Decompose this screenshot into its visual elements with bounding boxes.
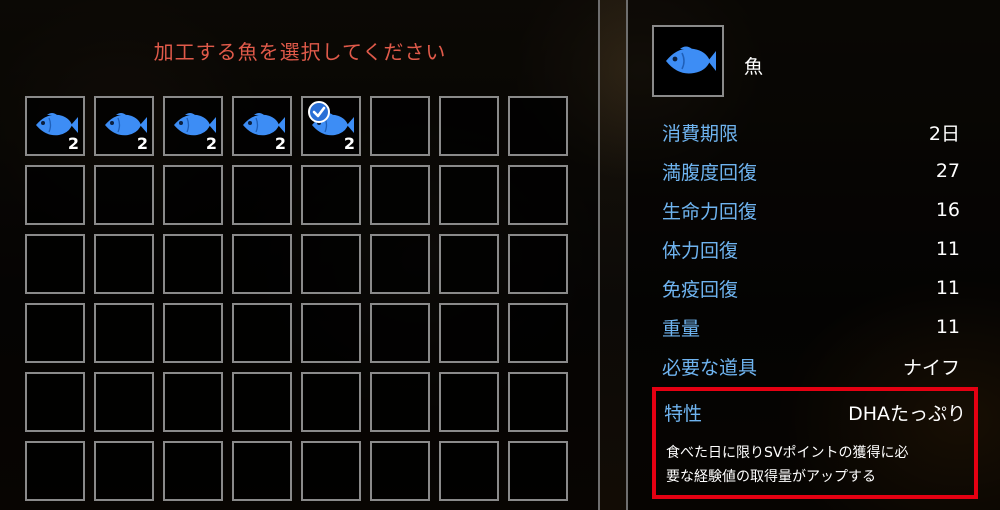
stat-label: 体力回復	[662, 239, 739, 262]
stat-value: 11	[935, 316, 960, 338]
item-icon-frame	[652, 25, 724, 97]
trait-description-line: 食べた日に限りSVポイントの獲得に必	[666, 445, 909, 461]
inventory-slot-empty[interactable]	[163, 441, 223, 501]
stat-value: 2日	[928, 122, 960, 145]
stat-value: ナイフ	[902, 356, 960, 379]
inventory-slot-empty[interactable]	[163, 165, 223, 225]
inventory-slot-empty[interactable]	[370, 303, 430, 363]
stat-value: 27	[935, 160, 960, 182]
inventory-slot-empty[interactable]	[25, 234, 85, 294]
inventory-slot-empty[interactable]	[508, 96, 568, 156]
inventory-slot-selected[interactable]: 2	[301, 96, 361, 156]
item-detail-panel: 魚 消費期限 2日 満腹度回復 27 生命力回復 16 体力回復 11 免疫回復…	[626, 0, 1000, 510]
inventory-slot-empty[interactable]	[370, 96, 430, 156]
stat-label: 消費期限	[662, 122, 739, 145]
inventory-slot-empty[interactable]	[370, 372, 430, 432]
inventory-slot-empty[interactable]	[25, 165, 85, 225]
inventory-slot-empty[interactable]	[94, 303, 154, 363]
inventory-slot-empty[interactable]	[301, 372, 361, 432]
inventory-slot[interactable]: 2	[25, 96, 85, 156]
stat-required-tool: 必要な道具 ナイフ	[662, 351, 960, 381]
inventory-slot-empty[interactable]	[439, 303, 499, 363]
item-quantity: 2	[67, 134, 79, 153]
inventory-slot-empty[interactable]	[301, 165, 361, 225]
trait-highlight-box: 特性 DHAたっぷり 食べた日に限りSVポイントの獲得に必 要な経験値の取得量が…	[652, 387, 978, 499]
inventory-slot-empty[interactable]	[370, 441, 430, 501]
stat-vitality: 生命力回復 16	[662, 195, 960, 225]
inventory-slot-empty[interactable]	[508, 441, 568, 501]
stat-label: 必要な道具	[662, 356, 758, 379]
inventory-slot-empty[interactable]	[508, 303, 568, 363]
trait-description: 食べた日に限りSVポイントの獲得に必 要な経験値の取得量がアップする	[666, 441, 966, 489]
inventory-panel: 加工する魚を選択してください 2 2 2 2 2	[0, 0, 600, 510]
inventory-slot-empty[interactable]	[232, 372, 292, 432]
stat-label: 満腹度回復	[662, 161, 758, 184]
inventory-slot-empty[interactable]	[94, 234, 154, 294]
stat-value: 11	[935, 238, 960, 260]
inventory-slot-empty[interactable]	[508, 372, 568, 432]
stat-value: 16	[935, 199, 960, 221]
inventory-slot-empty[interactable]	[439, 234, 499, 294]
inventory-slot-empty[interactable]	[232, 303, 292, 363]
inventory-slot-empty[interactable]	[439, 96, 499, 156]
inventory-slot-empty[interactable]	[232, 441, 292, 501]
inventory-slot-empty[interactable]	[232, 234, 292, 294]
inventory-slot-empty[interactable]	[508, 234, 568, 294]
stat-value: 11	[935, 277, 960, 299]
item-name: 魚	[744, 56, 764, 78]
inventory-slot-empty[interactable]	[94, 372, 154, 432]
inventory-slot[interactable]: 2	[232, 96, 292, 156]
inventory-slot-empty[interactable]	[163, 372, 223, 432]
inventory-title: 加工する魚を選択してください	[153, 40, 447, 64]
item-quantity: 2	[136, 134, 148, 153]
trait-row: 特性 DHAたっぷり	[664, 399, 966, 426]
item-quantity: 2	[205, 134, 217, 153]
inventory-slot-empty[interactable]	[301, 303, 361, 363]
inventory-slot[interactable]: 2	[94, 96, 154, 156]
item-quantity: 2	[343, 134, 355, 153]
inventory-slot-empty[interactable]	[370, 234, 430, 294]
inventory-slot-empty[interactable]	[25, 372, 85, 432]
trait-description-line: 要な経験値の取得量がアップする	[666, 469, 876, 485]
inventory-slot-empty[interactable]	[163, 303, 223, 363]
stat-satiety: 満腹度回復 27	[662, 156, 960, 186]
inventory-slot-empty[interactable]	[232, 165, 292, 225]
inventory-slot-empty[interactable]	[94, 165, 154, 225]
trait-label: 特性	[664, 403, 703, 425]
stat-label: 免疫回復	[662, 278, 739, 301]
stat-label: 生命力回復	[662, 200, 758, 223]
trait-value: DHAたっぷり	[848, 403, 966, 425]
inventory-slot-empty[interactable]	[370, 165, 430, 225]
inventory-grid: 2 2 2 2 2	[25, 96, 568, 501]
item-quantity: 2	[274, 134, 286, 153]
inventory-slot-empty[interactable]	[25, 441, 85, 501]
inventory-slot-empty[interactable]	[94, 441, 154, 501]
inventory-slot[interactable]: 2	[163, 96, 223, 156]
checkmark-icon	[308, 101, 330, 123]
stat-label: 重量	[662, 317, 701, 340]
inventory-slot-empty[interactable]	[301, 441, 361, 501]
inventory-slot-empty[interactable]	[439, 372, 499, 432]
inventory-slot-empty[interactable]	[439, 165, 499, 225]
stat-expiry: 消費期限 2日	[662, 117, 960, 147]
stat-immunity: 免疫回復 11	[662, 273, 960, 303]
stat-weight: 重量 11	[662, 312, 960, 342]
fish-icon	[666, 46, 716, 74]
inventory-slot-empty[interactable]	[301, 234, 361, 294]
stat-stamina: 体力回復 11	[662, 234, 960, 264]
inventory-slot-empty[interactable]	[508, 165, 568, 225]
inventory-slot-empty[interactable]	[439, 441, 499, 501]
inventory-slot-empty[interactable]	[163, 234, 223, 294]
inventory-slot-empty[interactable]	[25, 303, 85, 363]
